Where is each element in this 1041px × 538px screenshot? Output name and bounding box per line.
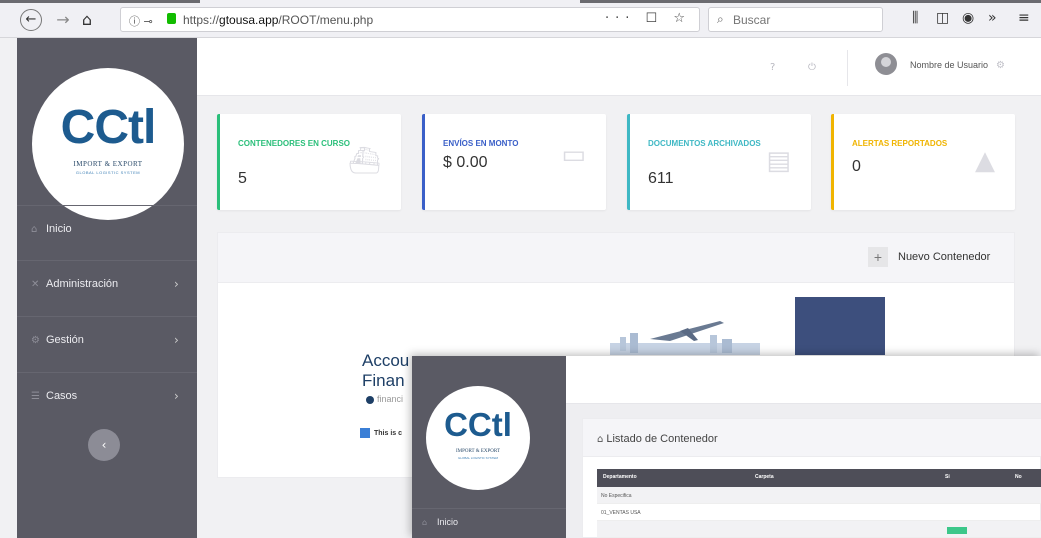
- library-icon[interactable]: ⫼: [912, 10, 918, 26]
- overlay-screenshot: CCtl IMPORT & EXPORT GLOBAL LOGISTIC SYS…: [412, 356, 1041, 538]
- money-icon: ▭: [561, 140, 586, 170]
- user-name[interactable]: Nombre de Usuario: [910, 60, 988, 70]
- plus-icon[interactable]: +: [868, 247, 888, 267]
- new-container-button[interactable]: Nuevo Contenedor: [898, 251, 990, 263]
- stat-card-envios[interactable]: ENVÍOS EN MONTO $ 0.00 ▭: [422, 114, 606, 210]
- header-divider: [847, 50, 848, 86]
- stat-card-value: $ 0.00: [443, 154, 488, 171]
- browser-search[interactable]: ⌕: [708, 7, 883, 32]
- sidebar-item-label: Casos: [46, 390, 78, 402]
- stat-card-label: CONTENEDORES EN CURSO: [238, 139, 351, 148]
- browser-toolbar: ← → ⌂ ⓘ ⊸ https://gtousa.app/ROOT/menu.p…: [0, 0, 1041, 38]
- stat-card-label: DOCUMENTOS ARCHIVADOS: [648, 139, 761, 148]
- chevron-right-icon: ›: [174, 333, 179, 347]
- home-icon: ⌂: [31, 224, 38, 235]
- sidebar-item-gestion[interactable]: ⚙ Gestión ›: [17, 316, 197, 366]
- stat-card-documentos[interactable]: DOCUMENTOS ARCHIVADOS 611 ▤: [627, 114, 811, 210]
- list-icon: ☰: [31, 391, 40, 402]
- home-icon: ⌂: [422, 518, 428, 527]
- bank-icon: ⌂: [597, 434, 604, 445]
- hero-title: Accou Finan: [362, 351, 410, 390]
- archive-icon: ▤: [766, 146, 791, 176]
- status-indicator: [947, 527, 967, 534]
- power-icon[interactable]: ⏻: [808, 62, 816, 73]
- logo[interactable]: CCtl IMPORT & EXPORT GLOBAL LOGISTIC SYS…: [32, 68, 184, 220]
- back-icon[interactable]: ←: [20, 9, 42, 31]
- sidebar-item-label: Administración: [46, 278, 119, 290]
- ship-icon: ⛴: [347, 146, 381, 176]
- logo-tagline: GLOBAL LOGISTIC SYSTEM: [75, 170, 141, 175]
- column-header: No: [1015, 474, 1022, 480]
- column-header: Carpeta: [755, 474, 774, 480]
- stat-card-contenedores[interactable]: CONTENEDORES EN CURSO 5 ⛴: [217, 114, 401, 210]
- chevron-right-icon: ›: [174, 389, 179, 403]
- sidebar-item-label: Inicio: [46, 223, 72, 235]
- top-header: ? ⏻ Nombre de Usuario ⚙: [197, 38, 1041, 96]
- warning-icon: ▲: [975, 146, 995, 176]
- overlay-sidebar: CCtl IMPORT & EXPORT GLOBAL LOGISTIC SYS…: [412, 356, 566, 538]
- stat-card-value: 5: [238, 170, 247, 187]
- table-row[interactable]: [597, 521, 1041, 538]
- overlay-logo: CCtl IMPORT & EXPORT GLOBAL LOGISTIC SYS…: [426, 386, 530, 490]
- sidebar-item-administracion[interactable]: ✕ Administración ›: [17, 260, 197, 310]
- sidebar-item-casos[interactable]: ☰ Casos ›: [17, 372, 197, 422]
- search-icon: ⌕: [717, 12, 724, 26]
- info-icon[interactable]: ⓘ ⊸: [129, 13, 153, 29]
- table-row[interactable]: No Especifica: [597, 487, 1041, 504]
- stat-card-value: 611: [648, 170, 674, 187]
- stat-card-alertas[interactable]: ALERTAS REPORTADOS 0 ▲: [831, 114, 1015, 210]
- overlay-sidebar-item-inicio[interactable]: ⌂ Inicio: [412, 508, 566, 538]
- avatar[interactable]: [875, 53, 897, 75]
- home-icon[interactable]: ⌂: [76, 9, 98, 31]
- sidebar: CCtl IMPORT & EXPORT GLOBAL LOGISTIC SYS…: [17, 38, 197, 538]
- overflow-icon[interactable]: »: [988, 10, 997, 26]
- panel-header: + Nuevo Contenedor: [218, 233, 1014, 283]
- container-list-card: ⌂ Listado de Contenedor Departamento Carp…: [582, 418, 1041, 538]
- lock-icon: [167, 13, 176, 24]
- sidebar-toggle-icon[interactable]: ◫: [936, 10, 949, 26]
- stat-card-label: ENVÍOS EN MONTO: [443, 139, 519, 148]
- sidebar-item-inicio[interactable]: ⌂ Inicio: [17, 205, 197, 255]
- account-icon[interactable]: ◉: [962, 10, 974, 26]
- menu-icon[interactable]: ≡: [1018, 10, 1030, 26]
- hero-note: This is c: [360, 428, 402, 438]
- stat-card-value: 0: [852, 158, 861, 175]
- logo-text: CCtl: [60, 101, 157, 154]
- stat-card-label: ALERTAS REPORTADOS: [852, 139, 948, 148]
- container-list-header: ⌂ Listado de Contenedor: [583, 419, 1041, 457]
- chevron-right-icon: ›: [174, 277, 179, 291]
- page-actions-icons[interactable]: ··· ☐ ☆: [605, 11, 691, 26]
- sidebar-collapse-button[interactable]: ‹: [88, 429, 120, 461]
- gears-icon: ⚙: [31, 335, 40, 346]
- address-bar[interactable]: ⓘ ⊸ https://gtousa.app/ROOT/menu.php ···…: [120, 7, 700, 32]
- column-header: Departamento: [603, 474, 637, 480]
- table-row[interactable]: 01_VENTAS USA: [597, 504, 1041, 521]
- url-text: https://gtousa.app/ROOT/menu.php: [183, 13, 374, 27]
- airplane-skyline-image: [610, 321, 760, 355]
- search-input[interactable]: [733, 11, 873, 29]
- sidebar-item-label: Gestión: [46, 334, 84, 346]
- hero-subtitle: financi: [366, 394, 403, 404]
- table-header: Departamento Carpeta Si No: [597, 469, 1041, 487]
- container-list-title: ⌂ Listado de Contenedor: [597, 433, 718, 445]
- forward-icon[interactable]: →: [52, 9, 74, 31]
- tools-icon: ✕: [31, 279, 40, 290]
- hero-image-block: [795, 297, 885, 355]
- column-header: Si: [945, 474, 950, 480]
- settings-gear-icon[interactable]: ⚙: [996, 60, 1005, 71]
- overlay-header: [566, 356, 1041, 404]
- help-icon[interactable]: ?: [770, 62, 775, 73]
- tab-strip: [0, 0, 1041, 3]
- logo-subtitle: IMPORT & EXPORT: [73, 160, 143, 168]
